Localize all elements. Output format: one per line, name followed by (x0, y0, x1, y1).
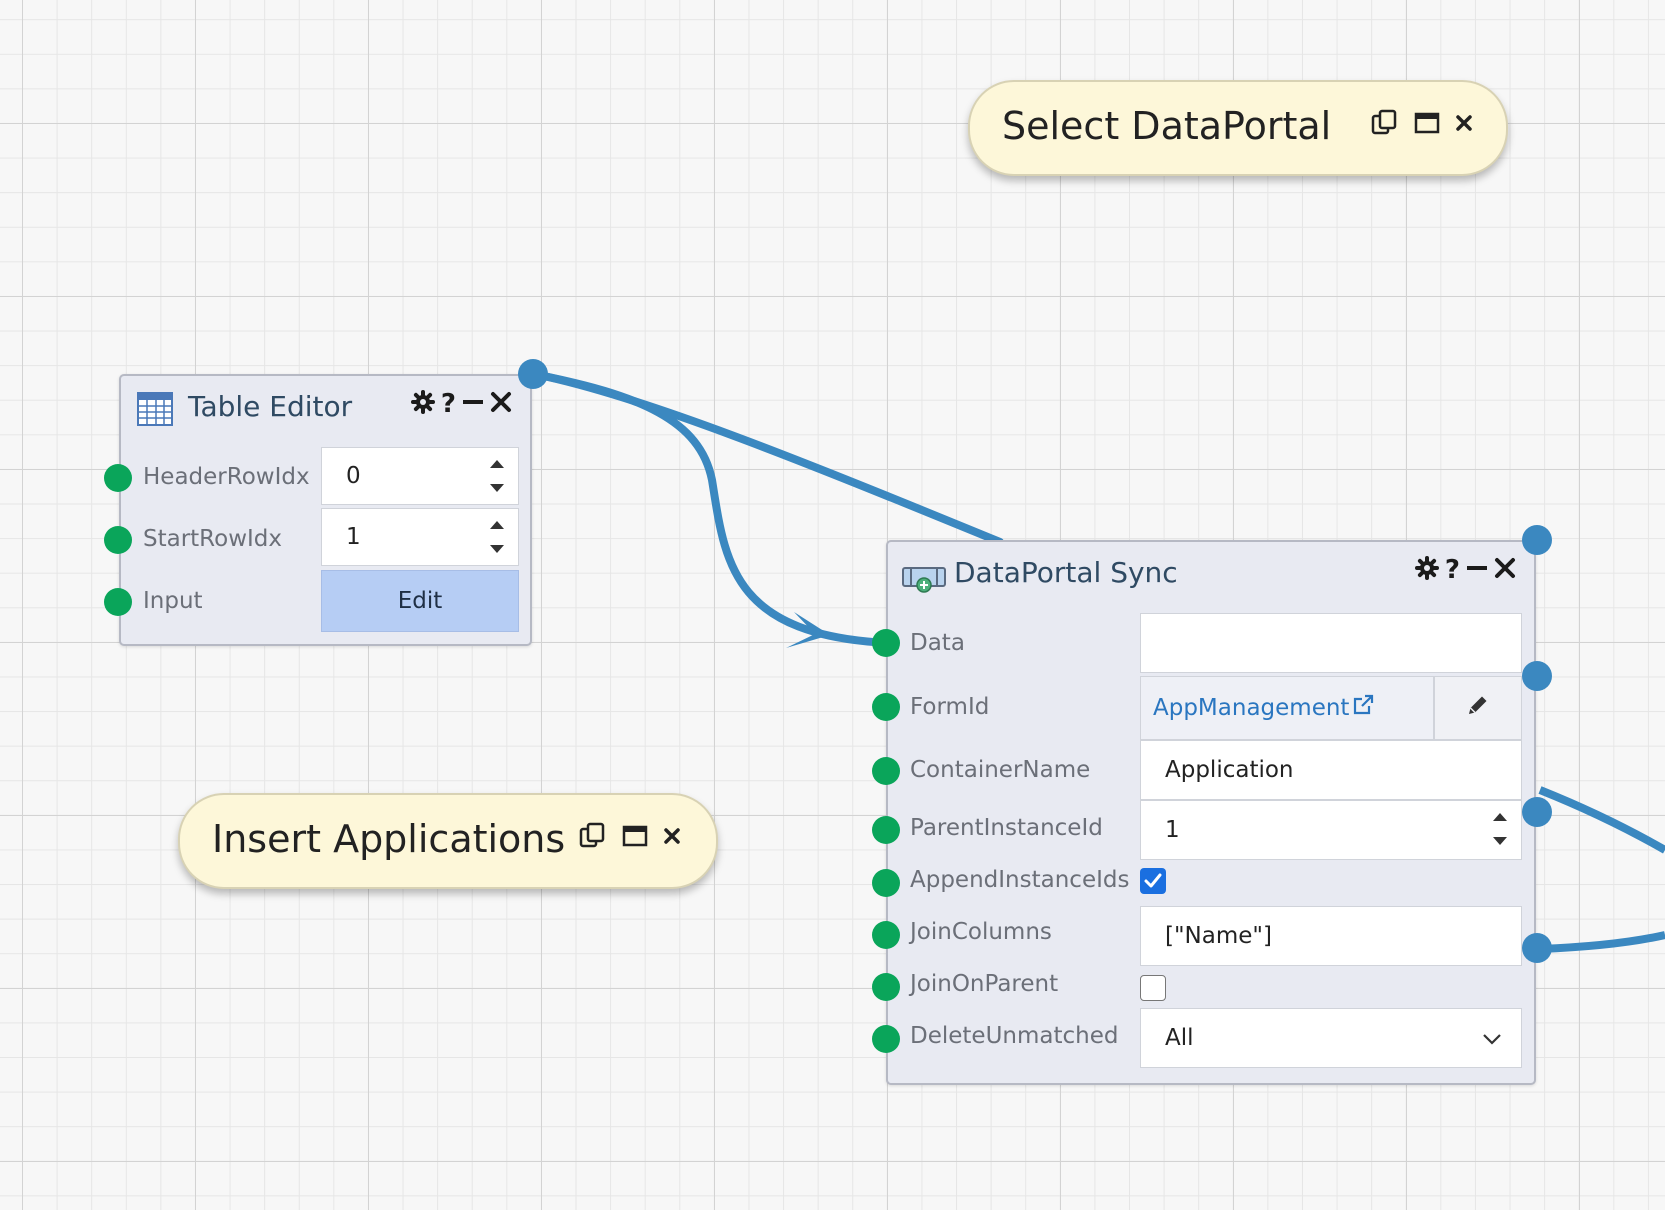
row-label-headerrowidx: HeaderRowIdx (143, 464, 310, 490)
containername-input[interactable]: Application (1140, 740, 1522, 800)
row-label-formid: FormId (910, 694, 990, 720)
parentinstanceid-input[interactable]: 1 (1140, 800, 1522, 860)
check-icon (1144, 873, 1162, 888)
formid-field: AppManagement (1140, 676, 1434, 740)
input-port-joincolumns[interactable] (872, 921, 900, 949)
input-port-parentinstanceid[interactable] (872, 816, 900, 844)
row-label-input: Input (143, 588, 203, 614)
formid-link[interactable]: AppManagement (1153, 695, 1349, 721)
copy-icon[interactable] (1370, 108, 1400, 142)
output-port-4[interactable] (1522, 933, 1552, 963)
note-select-dataportal[interactable]: Select DataPortal (968, 80, 1508, 176)
dataportal-icon (902, 566, 946, 598)
input-port-startrowidx[interactable] (104, 526, 132, 554)
note-title: Insert Applications (212, 817, 566, 861)
field-value: 0 (346, 463, 361, 489)
help-icon[interactable]: ? (1445, 557, 1460, 583)
minimize-icon[interactable] (462, 391, 484, 417)
gear-icon[interactable] (1414, 556, 1439, 584)
input-port-joinonparent[interactable] (872, 973, 900, 1001)
row-label-data: Data (910, 630, 965, 656)
help-icon[interactable]: ? (441, 391, 456, 417)
edit-button[interactable]: Edit (321, 570, 519, 632)
startrowidx-input[interactable]: 1 (321, 508, 519, 566)
input-port-input[interactable] (104, 588, 132, 616)
field-value: All (1165, 1025, 1194, 1051)
row-label-joincolumns: JoinColumns (910, 919, 1052, 945)
wire-out-2[interactable] (1539, 931, 1665, 953)
data-input[interactable] (1140, 613, 1522, 673)
close-icon[interactable] (490, 391, 512, 417)
joinonparent-checkbox[interactable] (1140, 975, 1166, 1001)
minimize-icon[interactable] (1466, 557, 1488, 583)
external-link-icon[interactable] (1351, 693, 1375, 723)
gear-icon[interactable] (410, 390, 435, 418)
field-value: 1 (346, 524, 361, 550)
table-icon (137, 392, 173, 430)
node-title: Table Editor (188, 390, 353, 423)
wire-to-data[interactable] (530, 370, 892, 647)
close-icon[interactable] (662, 826, 682, 850)
field-value: 1 (1165, 817, 1180, 843)
deleteunmatched-select[interactable]: All (1140, 1008, 1522, 1068)
row-label-deleteunmatched: DeleteUnmatched (910, 1023, 1119, 1049)
row-label-parentinstanceid: ParentInstanceId (910, 815, 1103, 841)
node-title: DataPortal Sync (954, 556, 1178, 589)
input-port-appendinstanceids[interactable] (872, 869, 900, 897)
input-port-containername[interactable] (872, 757, 900, 785)
wire-out-1[interactable] (1538, 786, 1665, 854)
copy-icon[interactable] (578, 821, 608, 855)
field-value: Application (1165, 757, 1294, 783)
node-table-editor[interactable]: Table Editor ? HeaderRowIdx 0 StartRowId… (119, 374, 532, 646)
node-dataportal-sync[interactable]: DataPortal Sync ? Data FormId AppManagem… (886, 540, 1536, 1085)
field-value: ["Name"] (1165, 923, 1272, 949)
wire-to-node[interactable] (530, 370, 1004, 546)
joincolumns-input[interactable]: ["Name"] (1140, 906, 1522, 966)
row-label-containername: ContainerName (910, 757, 1091, 783)
input-port-data[interactable] (872, 629, 900, 657)
row-label-startrowidx: StartRowIdx (143, 526, 283, 552)
output-port-1[interactable] (1522, 525, 1552, 555)
node-header[interactable]: DataPortal Sync ? (888, 542, 1534, 604)
row-label-appendinstanceids: AppendInstanceIds (910, 867, 1130, 893)
output-port-table[interactable] (518, 359, 548, 389)
edit-formid-button[interactable] (1434, 676, 1522, 740)
spinner-icon[interactable] (488, 517, 506, 557)
note-title: Select DataPortal (1002, 104, 1332, 148)
input-port-headerrowidx[interactable] (104, 464, 132, 492)
output-port-3[interactable] (1522, 797, 1552, 827)
maximize-icon[interactable] (1414, 110, 1440, 140)
pencil-icon (1465, 692, 1491, 724)
maximize-icon[interactable] (622, 823, 648, 853)
appendinstanceids-checkbox[interactable] (1140, 868, 1166, 894)
headerrowidx-input[interactable]: 0 (321, 447, 519, 505)
spinner-icon[interactable] (488, 456, 506, 496)
node-header[interactable]: Table Editor ? (121, 376, 530, 438)
output-port-2[interactable] (1522, 661, 1552, 691)
input-port-formid[interactable] (872, 693, 900, 721)
input-port-deleteunmatched[interactable] (872, 1025, 900, 1053)
note-insert-applications[interactable]: Insert Applications (178, 793, 718, 889)
close-icon[interactable] (1454, 113, 1474, 137)
close-icon[interactable] (1494, 557, 1516, 583)
spinner-icon[interactable] (1491, 809, 1509, 849)
chevron-down-icon (1481, 1027, 1503, 1053)
row-label-joinonparent: JoinOnParent (910, 971, 1059, 997)
